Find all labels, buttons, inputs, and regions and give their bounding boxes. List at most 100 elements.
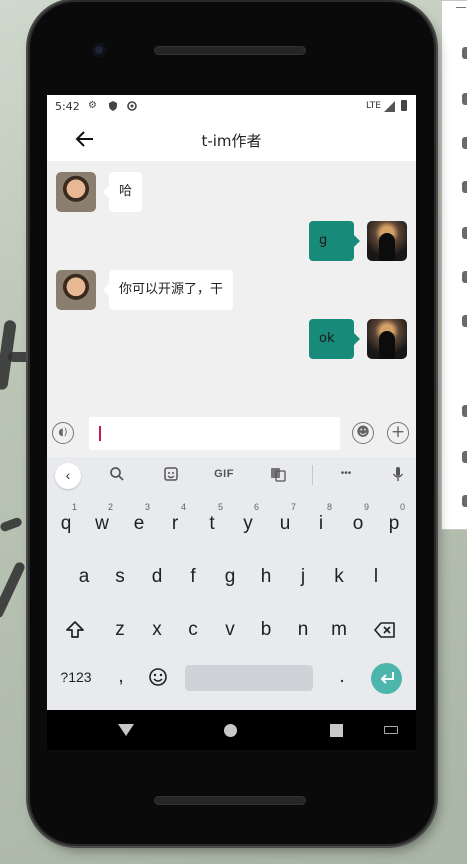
mic-icon[interactable] — [386, 466, 410, 485]
smiley-icon — [149, 668, 167, 686]
key[interactable]: c — [175, 607, 211, 653]
nav-recents-icon[interactable] — [330, 724, 343, 737]
input-bar: ◖) ☻ + — [47, 409, 416, 457]
panel-icon[interactable] — [462, 405, 467, 417]
key[interactable]: n — [285, 607, 321, 653]
soft-keyboard: ‹ GIF ••• q1 w2 e 3 r 4 t 5 y 6 u 7 i 8 … — [47, 457, 416, 710]
message-bubble[interactable]: 哈 — [102, 172, 143, 212]
panel-icon[interactable] — [462, 271, 467, 283]
message-bubble[interactable]: g — [309, 221, 360, 261]
backspace-icon — [374, 622, 395, 638]
background-stroke — [0, 560, 27, 620]
toolbar-divider — [312, 465, 313, 485]
comma-key[interactable]: , — [103, 657, 139, 703]
shift-key[interactable] — [57, 607, 93, 653]
signal-icon — [384, 101, 395, 112]
search-icon[interactable] — [105, 466, 129, 485]
period-key[interactable]: . — [324, 657, 360, 703]
shift-icon — [66, 621, 84, 638]
keyboard-collapse-button[interactable]: ‹ — [55, 463, 81, 489]
key[interactable]: x — [139, 607, 175, 653]
voice-button[interactable]: ◖) — [52, 422, 74, 444]
panel-icon[interactable] — [462, 137, 467, 149]
network-type: LTE — [366, 101, 381, 111]
keyboard-row-3: z x c v b n m — [47, 607, 416, 659]
key[interactable]: i8 — [303, 501, 339, 547]
key[interactable]: h — [248, 554, 284, 600]
key[interactable]: t5 — [194, 501, 230, 547]
emoji-button[interactable]: ☻ — [352, 422, 374, 444]
plus-icon: + — [390, 422, 406, 442]
keyboard-switch-icon[interactable] — [384, 726, 398, 734]
battery-icon — [401, 100, 407, 111]
key[interactable]: f — [175, 554, 211, 600]
space-key[interactable] — [185, 665, 313, 691]
bottom-speaker — [154, 796, 306, 805]
keyboard-row-4: ?123 , . — [47, 657, 416, 709]
key[interactable]: y6 — [230, 501, 266, 547]
emoji-key[interactable] — [140, 657, 176, 703]
front-camera — [92, 43, 106, 57]
more-button[interactable]: + — [387, 422, 409, 444]
nav-home-icon[interactable] — [224, 724, 237, 737]
key[interactable]: q1 — [48, 501, 84, 547]
chat-list: 哈 g 你可以开源了，干 ok — [47, 161, 416, 409]
backspace-key[interactable] — [367, 607, 403, 653]
gear-icon: ⚙ — [88, 100, 97, 111]
panel-icon[interactable] — [462, 93, 467, 105]
status-bar: 5:42 ⚙ LTE — [47, 95, 416, 117]
panel-icon[interactable] — [462, 227, 467, 239]
message-bubble[interactable]: 你可以开源了，干 — [102, 270, 234, 310]
sync-icon — [127, 101, 137, 111]
panel-icon[interactable] — [462, 451, 467, 463]
more-options-button[interactable]: ••• — [334, 468, 358, 479]
gif-button[interactable]: GIF — [212, 468, 236, 480]
emoji-icon: ☻ — [356, 425, 370, 440]
key[interactable]: b — [248, 607, 284, 653]
symbols-key[interactable]: ?123 — [51, 657, 101, 703]
top-speaker — [154, 46, 306, 55]
key[interactable]: e3 — [121, 501, 157, 547]
key[interactable]: w2 — [84, 501, 120, 547]
panel-icon[interactable] — [462, 181, 467, 193]
key[interactable]: r4 — [157, 501, 193, 547]
key[interactable]: l — [358, 554, 394, 600]
keyboard-row-1: q1 w2 e3 r4 t5 y6 u7 i8 o9 p0 — [47, 501, 416, 553]
status-time: 5:42 — [55, 100, 80, 113]
voice-icon: ◖) — [58, 427, 68, 438]
panel-icon[interactable] — [462, 47, 467, 59]
contact-avatar[interactable] — [56, 270, 96, 310]
key[interactable]: m — [321, 607, 357, 653]
message-bubble[interactable]: ok — [309, 319, 360, 359]
key[interactable]: o9 — [340, 501, 376, 547]
background-stroke — [0, 516, 23, 533]
keyboard-row-2: a s d f g h j k l — [47, 554, 416, 606]
sticker-icon[interactable] — [159, 466, 183, 485]
phone-screen: 5:42 ⚙ LTE t-im作者 哈 g 你可以开源了，干 ok ◖) ☻ +… — [47, 95, 416, 710]
message-input[interactable] — [89, 417, 340, 450]
self-avatar[interactable] — [367, 221, 407, 261]
panel-icon[interactable] — [462, 495, 467, 507]
side-panel — [441, 0, 467, 530]
contact-avatar[interactable] — [56, 172, 96, 212]
key[interactable]: p0 — [376, 501, 412, 547]
key[interactable]: g — [212, 554, 248, 600]
app-bar: t-im作者 — [47, 117, 416, 161]
translate-icon[interactable] — [266, 466, 290, 485]
system-nav-bar — [47, 710, 416, 750]
key[interactable]: v — [212, 607, 248, 653]
key[interactable]: k — [321, 554, 357, 600]
key[interactable]: j — [285, 554, 321, 600]
self-avatar[interactable] — [367, 319, 407, 359]
text-cursor — [99, 426, 101, 441]
key[interactable]: a — [66, 554, 102, 600]
key[interactable]: s — [102, 554, 138, 600]
key[interactable]: z — [102, 607, 138, 653]
panel-icon[interactable] — [462, 315, 467, 327]
key[interactable]: u7 — [267, 501, 303, 547]
key[interactable]: d — [139, 554, 175, 600]
phone-frame: 5:42 ⚙ LTE t-im作者 哈 g 你可以开源了，干 ok ◖) ☻ +… — [30, 2, 434, 844]
nav-back-icon[interactable] — [118, 724, 134, 736]
enter-key[interactable] — [371, 663, 402, 694]
chat-title: t-im作者 — [201, 132, 262, 150]
